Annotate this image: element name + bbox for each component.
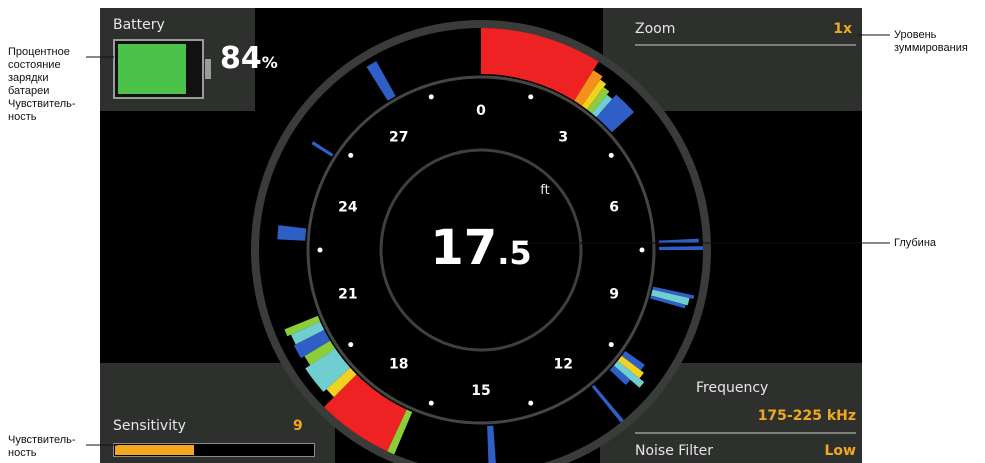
battery-label: Battery — [113, 17, 165, 33]
depth-unit: ft — [540, 183, 549, 198]
dial-tick-label: 3 — [558, 130, 568, 146]
callout-line: Глубина — [894, 237, 937, 249]
depth-callout: Глубина — [894, 237, 984, 250]
battery-percent-number: 84 — [220, 41, 262, 76]
dial-tick-dot — [348, 342, 354, 348]
dial-tick-dot — [428, 400, 434, 406]
dial-tick-label: 9 — [609, 286, 619, 302]
frequency-value: 175-225 kHz — [757, 408, 856, 424]
battery-percent-sign: % — [261, 53, 278, 72]
dial-tick-label: 27 — [389, 130, 408, 146]
battery-fill — [118, 44, 187, 94]
dial-tick-dot — [608, 152, 614, 158]
dial-tick-dot — [317, 247, 323, 253]
depth-whole: 17 — [430, 220, 497, 276]
dial-tick-dot — [528, 400, 534, 406]
noise-filter-label: Noise Filter — [635, 443, 713, 459]
sensitivity-value: 9 — [293, 418, 303, 434]
callout-line: Чувствитель- — [8, 98, 76, 110]
dial-tick-label: 6 — [609, 200, 619, 216]
callout-line: Чувствитель- — [8, 434, 76, 446]
sensitivity-label: Sensitivity — [113, 418, 186, 434]
callout-line: ность — [8, 111, 37, 123]
frequency-divider — [635, 432, 856, 434]
dial-tick-label: 15 — [471, 383, 490, 399]
dial-tick-dot — [428, 94, 434, 100]
battery-terminal — [205, 59, 211, 79]
callout-line: Процентное — [8, 46, 70, 58]
callout-line: Уровень — [894, 29, 937, 41]
fishfinder-screen: 0 3 6 9 12 15 18 21 24 27 ft 17.5 Battery 84% Zoo… — [100, 8, 862, 463]
dial-tick-dot — [608, 342, 614, 348]
callout-line: зуммирования — [894, 42, 968, 54]
dial-tick-label: 24 — [338, 200, 358, 216]
dial-tick-label: 0 — [476, 103, 486, 119]
dial-tick-label: 18 — [389, 356, 408, 372]
sensitivity-bar — [113, 443, 315, 457]
battery-percent: 84% — [220, 41, 278, 76]
sensitivity-callout: Чувствитель- ность — [8, 434, 90, 460]
dial-tick-label: 21 — [338, 286, 357, 302]
zoom-value: 1x — [833, 21, 852, 37]
depth-decimal: .5 — [497, 234, 531, 272]
callout-line: батареи — [8, 85, 50, 97]
dial-tick-dot — [528, 94, 534, 100]
dial-tick-dot — [639, 247, 645, 253]
dial-tick-label: 12 — [554, 356, 573, 372]
zoom-callout: Уровень зуммирования — [894, 29, 984, 55]
noise-filter-value: Low — [824, 443, 856, 459]
zoom-divider — [635, 44, 856, 46]
callout-line: зарядки — [8, 72, 49, 84]
callout-line: состояние — [8, 59, 61, 71]
zoom-label: Zoom — [635, 21, 676, 37]
callout-line: ность — [8, 447, 37, 459]
frequency-label: Frequency — [696, 380, 769, 396]
sensitivity-bar-fill — [115, 445, 195, 455]
battery-callout: Процентное состояние зарядки батареи Чув… — [8, 46, 90, 124]
battery-icon — [113, 39, 211, 99]
dial-tick-dot — [348, 152, 354, 158]
